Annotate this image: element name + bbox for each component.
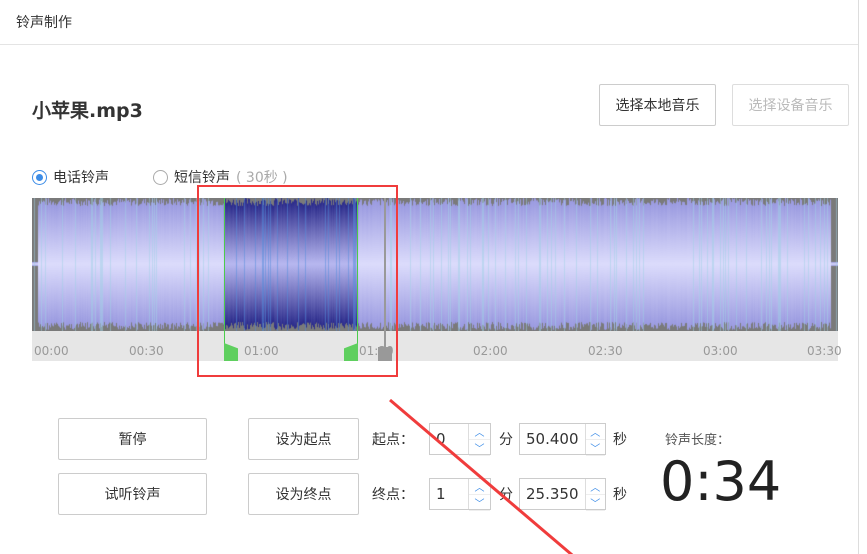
window-title: 铃声制作 — [16, 15, 72, 31]
length-label: 铃声长度： — [665, 433, 731, 448]
end-minute-value[interactable]: 1 — [430, 479, 468, 509]
file-name: 小苹果.mp3 — [32, 100, 143, 122]
divider — [858, 0, 859, 554]
time-label: 00:30 — [129, 344, 164, 358]
start-minute-stepper[interactable]: 0 ︿ ﹀ — [429, 423, 491, 456]
set-end-button[interactable]: 设为终点 — [248, 473, 359, 515]
time-label: 00:00 — [34, 344, 69, 358]
end-second-stepper[interactable]: 25.350 ︿ ﹀ — [519, 478, 606, 511]
preview-button[interactable]: 试听铃声 — [58, 473, 207, 515]
waveform[interactable] — [32, 198, 838, 331]
time-label: 02:30 — [588, 344, 623, 358]
chevron-down-icon[interactable]: ﹀ — [469, 495, 490, 511]
minute-unit: 分 — [499, 432, 513, 448]
radio-hint: ( 30秒 ) — [236, 170, 288, 186]
select-local-music-button[interactable]: 选择本地音乐 — [599, 84, 716, 126]
radio-sms-ringtone[interactable]: 短信铃声 ( 30秒 ) — [153, 167, 288, 187]
radio-label: 电话铃声 — [53, 170, 109, 186]
start-second-stepper[interactable]: 50.400 ︿ ﹀ — [519, 423, 606, 456]
chevron-down-icon[interactable]: ﹀ — [585, 495, 605, 511]
length-value: 0:34 — [660, 450, 782, 513]
start-minute-value[interactable]: 0 — [430, 424, 468, 454]
chevron-up-icon[interactable]: ︿ — [585, 479, 605, 495]
radio-unchecked-icon — [153, 169, 168, 185]
start-label: 起点： — [372, 432, 414, 448]
annotation-box — [197, 185, 398, 377]
select-device-music-button[interactable]: 选择设备音乐 — [732, 84, 849, 126]
chevron-down-icon[interactable]: ﹀ — [585, 440, 605, 456]
radio-checked-icon — [32, 169, 47, 185]
title-bar: 铃声制作 — [0, 0, 858, 45]
time-label: 02:00 — [473, 344, 508, 358]
radio-label: 短信铃声 — [174, 170, 230, 186]
second-unit: 秒 — [613, 432, 627, 448]
end-minute-stepper[interactable]: 1 ︿ ﹀ — [429, 478, 491, 511]
start-second-value[interactable]: 50.400 — [520, 424, 585, 454]
set-start-button[interactable]: 设为起点 — [248, 418, 359, 460]
minute-unit: 分 — [499, 487, 513, 503]
end-label: 终点： — [372, 487, 414, 503]
chevron-up-icon[interactable]: ︿ — [469, 479, 490, 495]
time-label: 03:00 — [703, 344, 738, 358]
end-second-value[interactable]: 25.350 — [520, 479, 585, 509]
time-label: 03:30 — [807, 344, 842, 358]
chevron-down-icon[interactable]: ﹀ — [469, 440, 490, 456]
radio-phone-ringtone[interactable]: 电话铃声 — [32, 167, 109, 187]
second-unit: 秒 — [613, 487, 627, 503]
timeline[interactable]: 00:00 00:30 01:00 01:30 02:00 02:30 03:0… — [32, 331, 842, 361]
pause-button[interactable]: 暂停 — [58, 418, 207, 460]
chevron-up-icon[interactable]: ︿ — [585, 424, 605, 440]
chevron-up-icon[interactable]: ︿ — [469, 424, 490, 440]
